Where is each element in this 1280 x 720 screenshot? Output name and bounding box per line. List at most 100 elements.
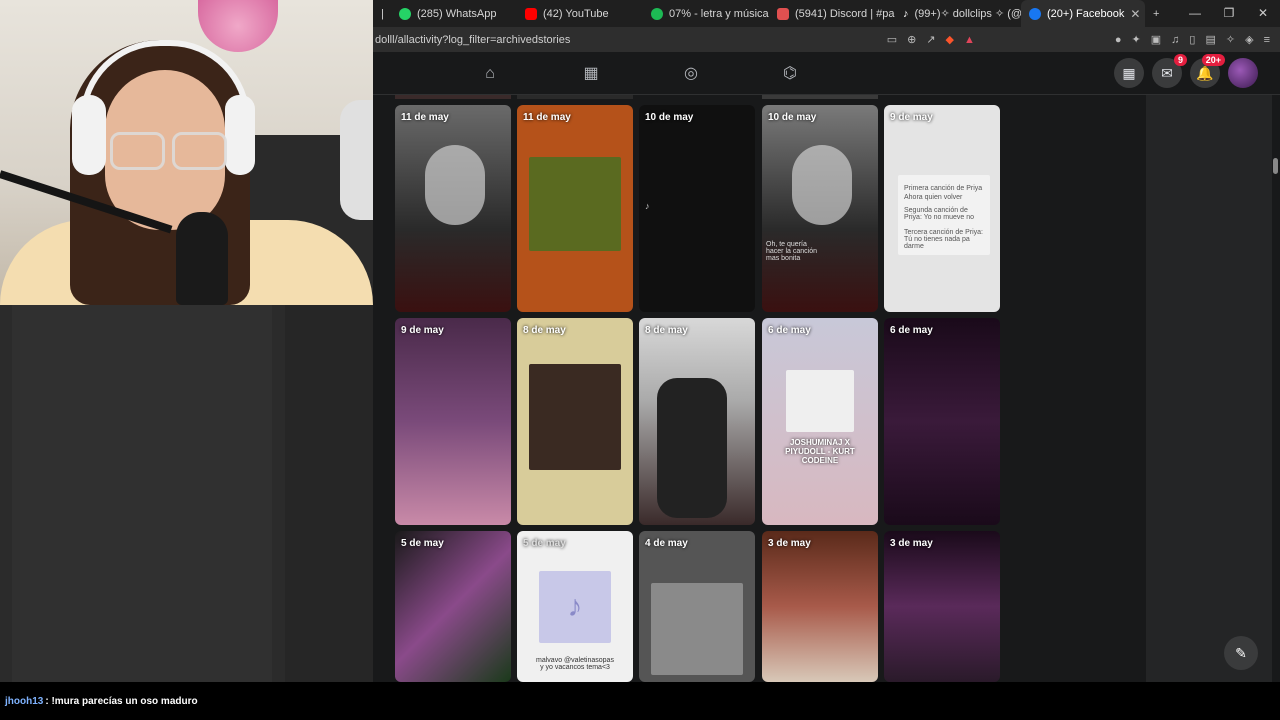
tab-label: (20+) Facebook	[1047, 7, 1125, 20]
tab-whatsapp[interactable]: (285) WhatsApp	[391, 0, 517, 27]
story-date: 6 de may	[768, 325, 811, 336]
story-card[interactable]: ♪ malvavo @valetinasopas y yo vacancos t…	[517, 531, 633, 682]
story-date: 8 de may	[523, 325, 566, 336]
home-icon[interactable]: ⌂	[480, 64, 500, 84]
profile-avatar[interactable]	[1228, 58, 1258, 88]
bell-icon: 🔔	[1196, 64, 1214, 81]
glasses-right-lens	[172, 132, 227, 170]
tab-facebook[interactable]: (20+) Facebook ✕	[1021, 0, 1145, 27]
youtube-icon	[525, 7, 537, 20]
menu-grid-icon[interactable]: ▦	[1114, 58, 1144, 88]
story-card[interactable]: 8 de may	[639, 318, 755, 525]
chat-username: jhooh13	[5, 695, 44, 707]
tab-partial[interactable]: |	[373, 0, 391, 27]
story-card[interactable]: 6 de may	[884, 318, 1000, 525]
story-partial[interactable]	[517, 95, 633, 99]
headphone-right	[225, 95, 255, 175]
brave-shield-icon[interactable]: ◆	[946, 33, 954, 46]
url-text[interactable]: dolll/allactivity?log_filter=archivedsto…	[373, 34, 570, 46]
leo-icon[interactable]: ✧	[1226, 33, 1235, 46]
story-date: 10 de may	[645, 112, 694, 123]
messenger-button[interactable]: ✉ 9	[1152, 54, 1187, 88]
tab-youtube[interactable]: (42) YouTube	[517, 0, 643, 27]
story-thumbnail	[529, 364, 621, 470]
story-card[interactable]: Primera canción de Priya Ahora quien vol…	[884, 105, 1000, 312]
account-controls: ▦ ✉ 9 🔔 20+	[1114, 54, 1258, 88]
puzzle-icon[interactable]: ✦	[1132, 33, 1141, 46]
media-icon[interactable]: ♫	[1171, 34, 1179, 46]
story-card[interactable]: 11 de may	[517, 105, 633, 312]
story-date: 6 de may	[890, 325, 933, 336]
scrollbar-thumb[interactable]	[1273, 158, 1278, 174]
story-caption: Oh, te quería hacer la canción mas bonit…	[766, 241, 817, 262]
story-card[interactable]: 5 de may	[395, 531, 511, 682]
whatsapp-icon	[399, 7, 411, 20]
story-title: JOSHUMINAJ X PIYUDOLL - KURT CODEINE	[785, 438, 855, 465]
minimize-icon[interactable]: —	[1178, 0, 1212, 27]
tab-label: (42) YouTube	[543, 7, 609, 20]
story-card[interactable]: 9 de may	[395, 318, 511, 525]
webcam-overlay	[0, 0, 373, 305]
share-icon[interactable]: ↗	[926, 33, 935, 46]
wall-logo	[198, 0, 278, 52]
zoom-icon[interactable]: ⊕	[907, 33, 916, 46]
close-window-icon[interactable]: ✕	[1246, 0, 1280, 27]
story-card[interactable]: 3 de may	[884, 531, 1000, 682]
story-card[interactable]: Oh, te quería hacer la canción mas bonit…	[762, 105, 878, 312]
maximize-icon[interactable]: ❐	[1212, 0, 1246, 27]
groups-icon[interactable]: ◎	[681, 64, 701, 84]
sidebar-icon[interactable]: ▯	[1189, 33, 1195, 46]
story-date: 4 de may	[645, 538, 688, 549]
facebook-icon	[1029, 7, 1041, 20]
story-date: 3 de may	[768, 538, 811, 549]
story-date: 3 de may	[890, 538, 933, 549]
new-message-button[interactable]: ✎	[1224, 636, 1258, 670]
story-text-line: Ahora quien volver	[904, 194, 963, 201]
story-thumbnail	[657, 378, 727, 518]
story-partial[interactable]	[395, 95, 511, 99]
story-text-line: Segunda canción de Priya: Yo no mueve no	[904, 207, 975, 221]
cast-icon[interactable]: ▭	[887, 33, 897, 46]
story-date: 8 de may	[645, 325, 688, 336]
story-caption: malvavo @valetinasopas y yo vacancos tem…	[536, 657, 614, 671]
vpn-icon[interactable]: ◈	[1245, 33, 1253, 46]
notifications-button[interactable]: 🔔 20+	[1190, 54, 1225, 88]
tab-tiktok[interactable]: ♪ (99+)✧ dollclips ✧ (@dol	[895, 0, 1021, 27]
story-card[interactable]: 4 de may	[639, 531, 755, 682]
background-fan	[340, 100, 373, 220]
close-tab-icon[interactable]: ✕	[1130, 7, 1140, 21]
story-date: 10 de may	[768, 112, 817, 123]
wallet-icon[interactable]: ▤	[1205, 33, 1215, 46]
extension-icon[interactable]: ●	[1115, 34, 1122, 46]
story-partial[interactable]	[762, 95, 878, 99]
story-card[interactable]: 8 de may	[517, 318, 633, 525]
tab-label: (99+)✧ dollclips ✧ (@dol	[914, 8, 1022, 20]
tab-label: (5941) Discord | #paga-de	[795, 7, 895, 20]
story-card[interactable]: JOSHUMINAJ X PIYUDOLL - KURT CODEINE 6 d…	[762, 318, 878, 525]
tab-spotify[interactable]: 07% - letra y música de Za	[643, 0, 769, 27]
story-card[interactable]: 11 de may	[395, 105, 511, 312]
right-sidebar	[1146, 95, 1272, 682]
scrollbar-track[interactable]	[1272, 95, 1280, 682]
story-thumbnail	[792, 145, 852, 225]
new-tab-button[interactable]: +	[1145, 0, 1171, 27]
spotify-icon	[651, 7, 663, 20]
tab-label: 07% - letra y música de Za	[669, 7, 769, 20]
facebook-top-nav: ⌂ ▦ ◎ ⌬ ▦ ✉ 9 🔔 20+	[373, 52, 1280, 95]
story-card[interactable]: ♪ 10 de may	[639, 105, 755, 312]
menu-icon[interactable]: ≡	[1264, 34, 1270, 46]
brave-rewards-icon[interactable]: ▲	[964, 34, 975, 46]
story-thumbnail	[425, 145, 485, 225]
microphone	[176, 212, 228, 305]
address-bar[interactable]: dolll/allactivity?log_filter=archivedsto…	[373, 27, 1280, 52]
stream-side-panel	[0, 305, 373, 682]
chat-message: : !mura parecías un oso maduro	[45, 695, 198, 707]
gaming-icon[interactable]: ⌬	[780, 64, 800, 84]
story-text-line: Tercera canción de Priya: Tú no tienes n…	[904, 229, 983, 250]
marketplace-icon[interactable]: ▦	[581, 64, 601, 84]
tab-discord[interactable]: (5941) Discord | #paga-de	[769, 0, 895, 27]
story-card[interactable]: 3 de may	[762, 531, 878, 682]
tab-search-icon[interactable]: ▣	[1151, 33, 1161, 46]
chat-overlay: jhooh13 : !mura parecías un oso maduro	[0, 682, 1280, 720]
tab-label: (285) WhatsApp	[417, 7, 497, 20]
